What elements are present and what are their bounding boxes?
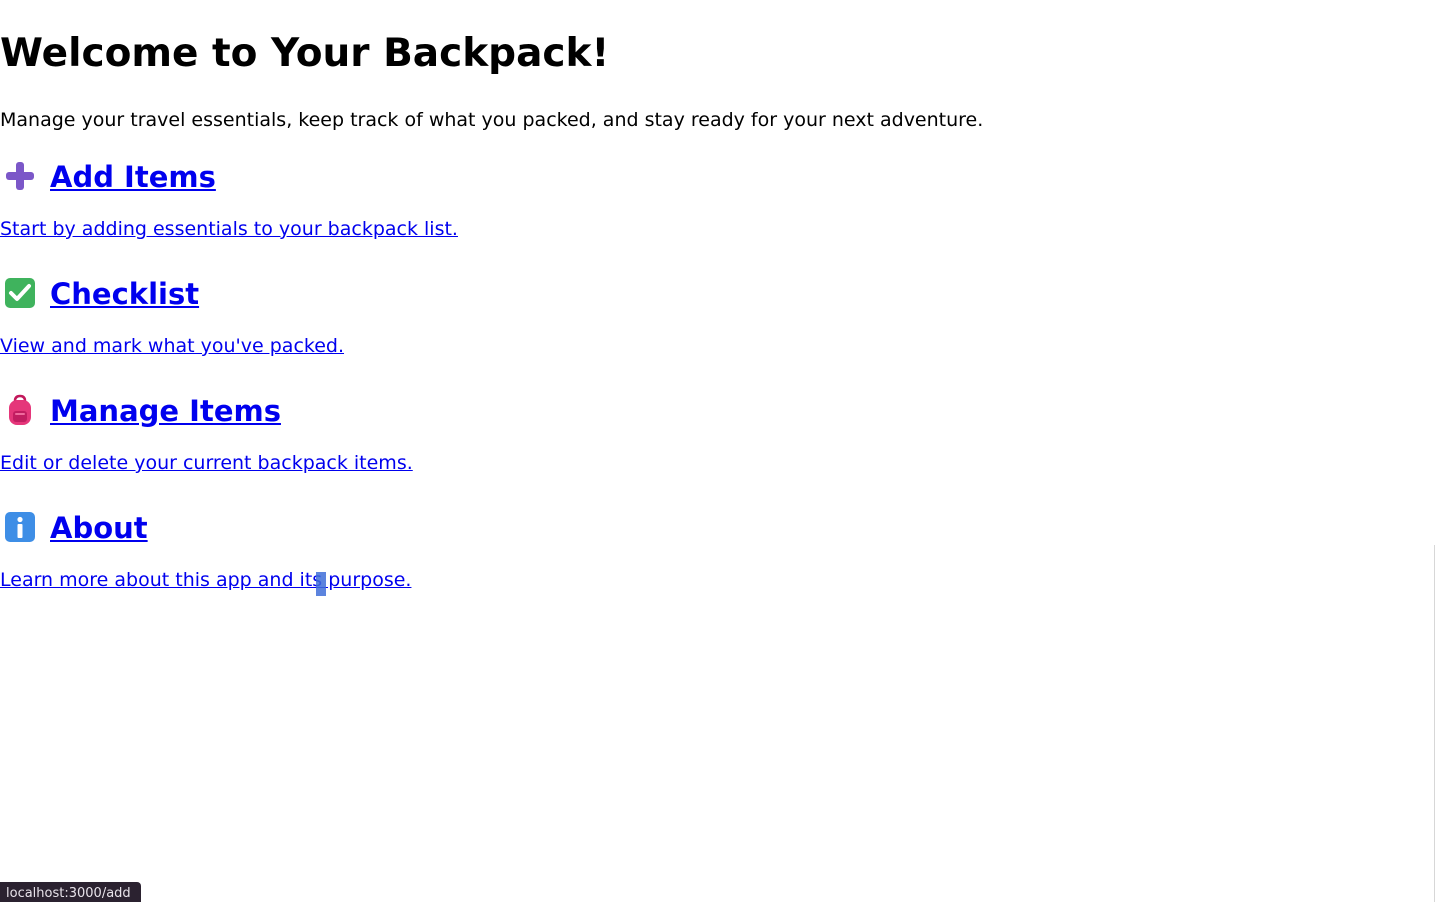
add-items-label: Add Items: [50, 160, 216, 194]
checklist-label: Checklist: [50, 277, 200, 311]
about-heading: About: [0, 508, 411, 548]
checklist-heading: Checklist: [0, 274, 344, 314]
manage-items-link[interactable]: Manage Items Edit or delete your current…: [0, 391, 413, 476]
manage-items-label: Manage Items: [50, 394, 281, 428]
add-items-link[interactable]: Add Items Start by adding essentials to …: [0, 157, 458, 242]
about-link[interactable]: About Learn more about this app and its …: [0, 508, 411, 593]
add-items-heading: Add Items: [0, 157, 458, 197]
text-cursor: [316, 572, 326, 596]
status-bar-url: localhost:3000/add: [0, 882, 141, 902]
page-title: Welcome to Your Backpack!: [0, 31, 610, 76]
checklist-link[interactable]: Checklist View and mark what you've pack…: [0, 274, 344, 359]
about-description: Learn more about this app and its purpos…: [0, 569, 412, 591]
about-label: About: [50, 511, 148, 545]
info-icon: [4, 511, 36, 543]
checklist-description: View and mark what you've packed.: [0, 335, 345, 357]
plus-icon: [4, 160, 36, 192]
intro-text: Manage your travel essentials, keep trac…: [0, 109, 984, 131]
check-mark-icon: [4, 277, 36, 309]
backpack-icon: [4, 394, 36, 426]
add-items-description: Start by adding essentials to your backp…: [0, 218, 458, 240]
manage-items-heading: Manage Items: [0, 391, 413, 431]
manage-items-description: Edit or delete your current backpack ite…: [0, 452, 413, 474]
